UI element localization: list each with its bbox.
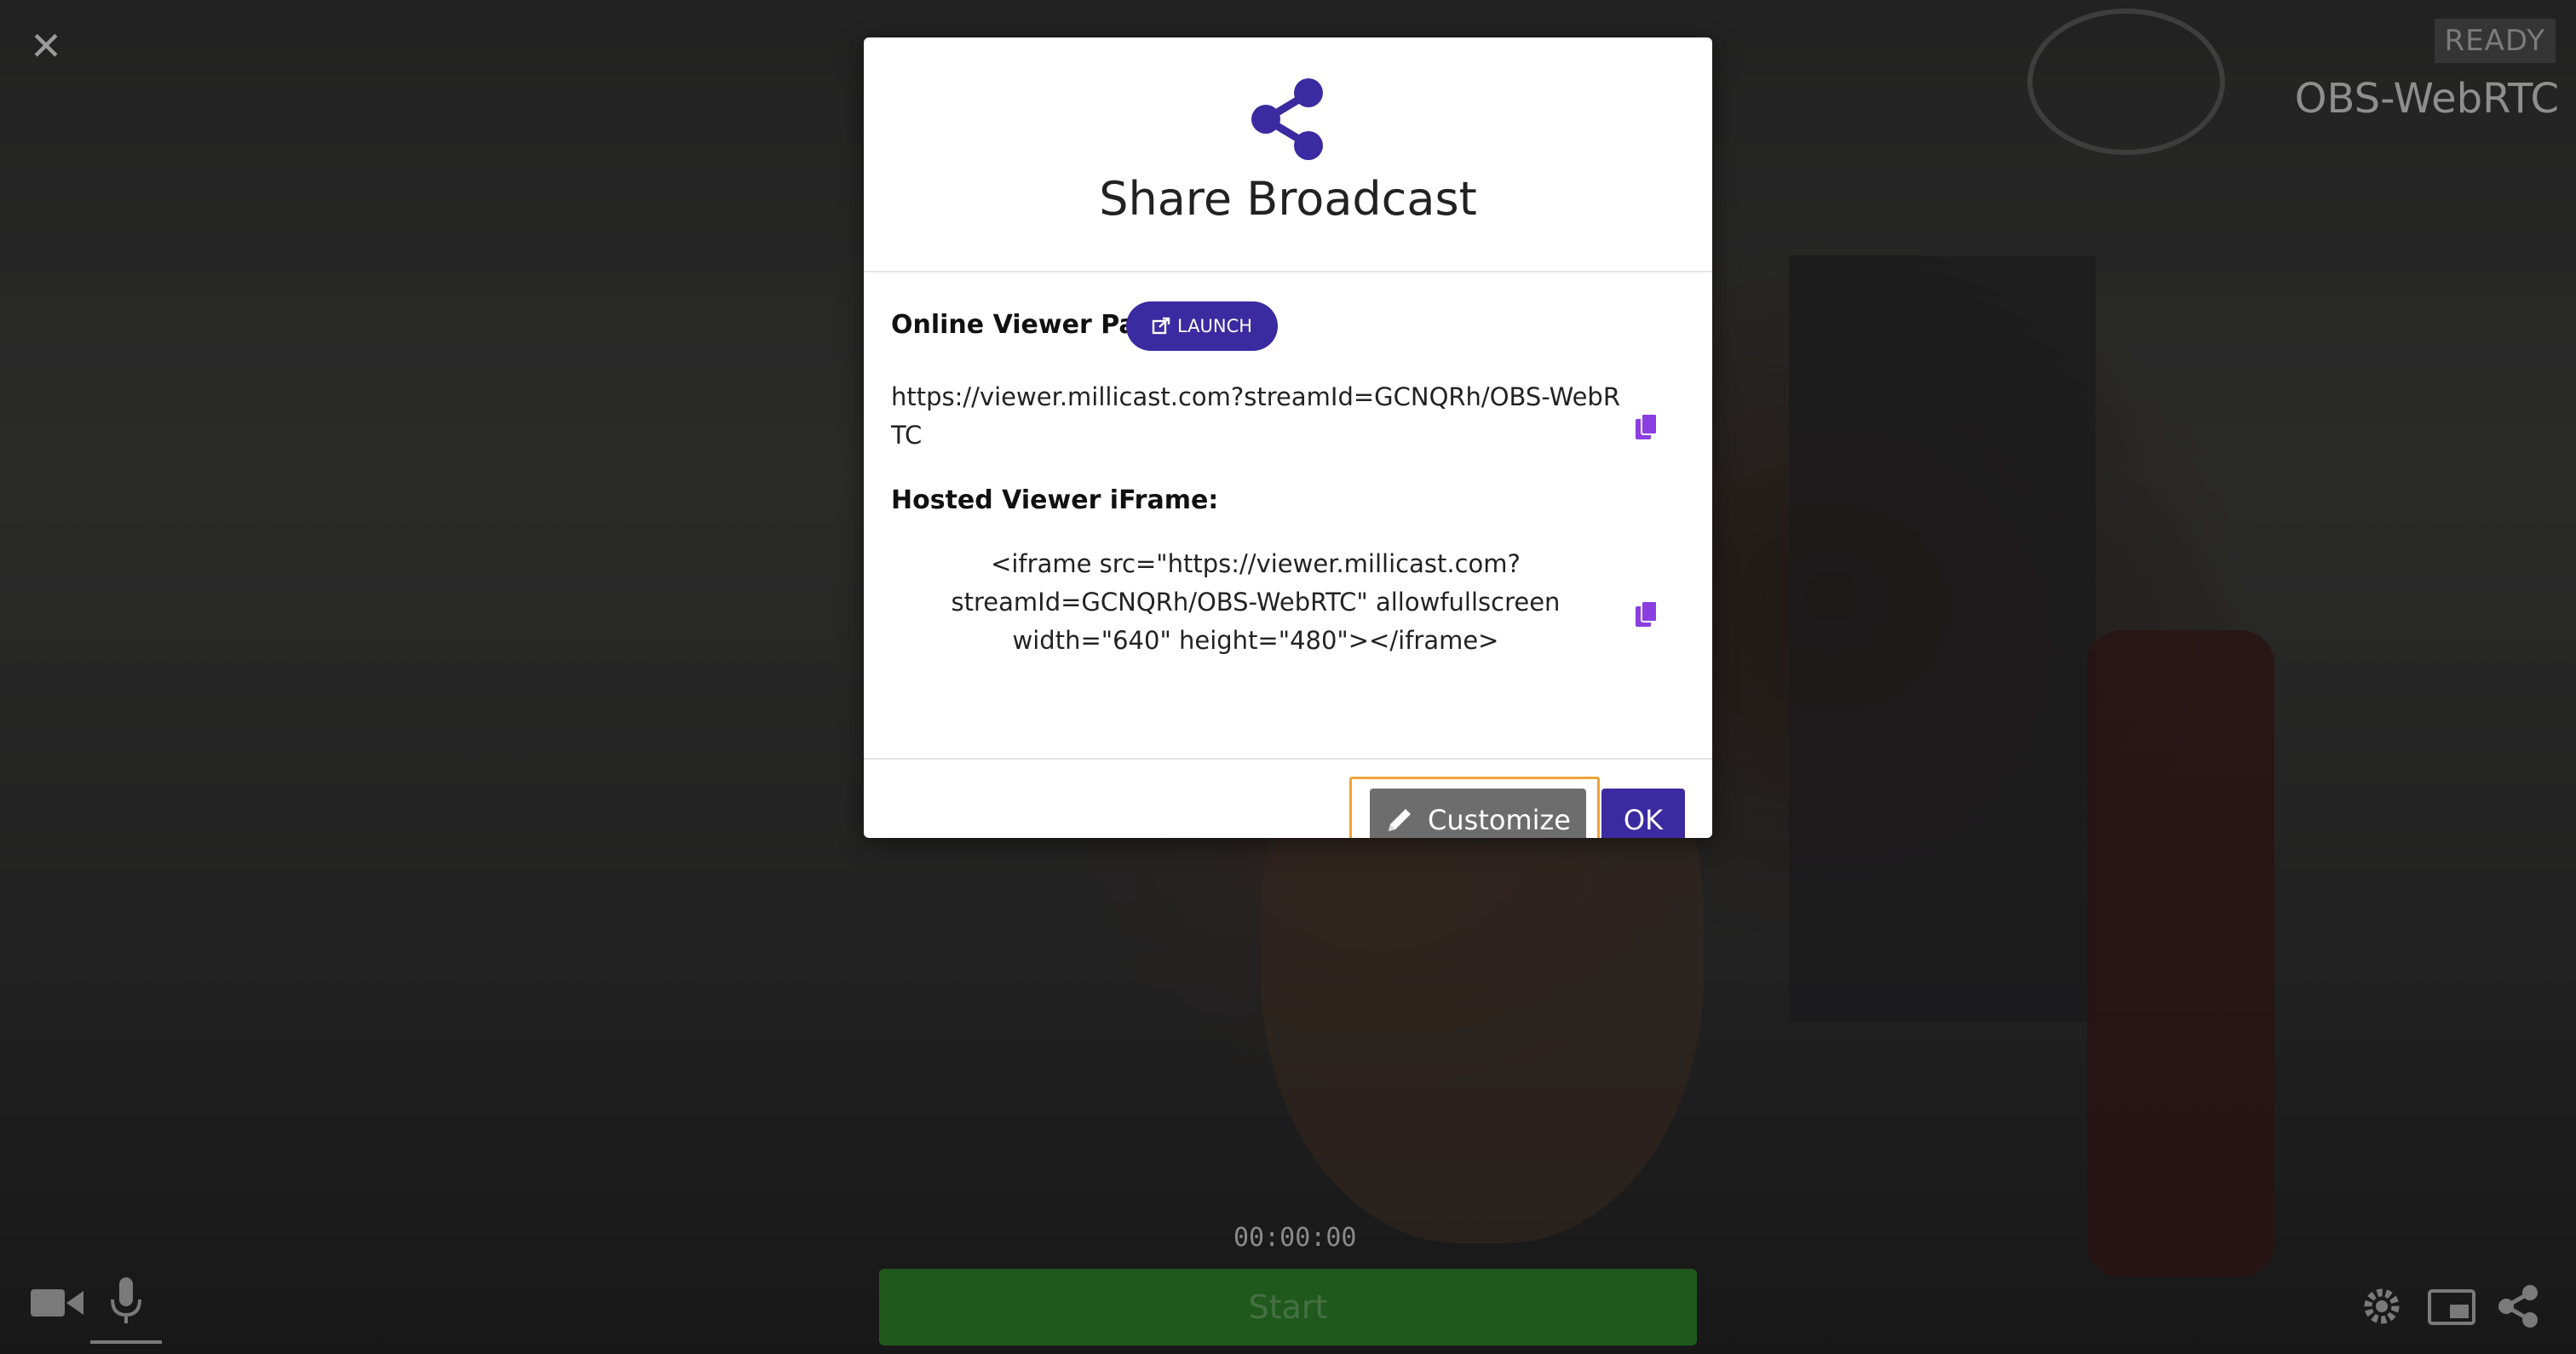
picture-in-picture-icon[interactable] <box>2428 1289 2475 1325</box>
broadcast-timer: 00:00:00 <box>1233 1223 1357 1253</box>
modal-title: Share Broadcast <box>1099 172 1477 226</box>
modal-footer: Customize OK <box>864 760 1712 838</box>
customize-button[interactable]: Customize <box>1370 789 1586 838</box>
status-badge: READY <box>2434 19 2556 63</box>
iframe-code: <iframe src="https://viewer.millicast.co… <box>951 549 1561 655</box>
camera-icon[interactable] <box>31 1286 83 1320</box>
external-link-icon <box>1152 317 1170 335</box>
microphone-icon[interactable] <box>109 1277 143 1328</box>
copy-iframe-icon[interactable] <box>1634 600 1659 628</box>
mic-active-indicator <box>90 1340 162 1344</box>
launch-button[interactable]: LAUNCH <box>1126 301 1278 351</box>
gear-icon[interactable] <box>2360 1284 2404 1328</box>
share-icon <box>1251 78 1323 160</box>
launch-label: LAUNCH <box>1176 316 1253 336</box>
start-button[interactable]: Start <box>879 1269 1697 1345</box>
ok-button[interactable]: OK <box>1601 789 1685 838</box>
stream-name-label: OBS-WebRTC <box>2294 75 2559 123</box>
modal-body: Online Viewer Path: LAUNCH https://viewe… <box>864 273 1712 760</box>
viewer-url: https://viewer.millicast.com?streamId=GC… <box>891 382 1620 450</box>
customize-label: Customize <box>1428 804 1571 836</box>
share-icon[interactable] <box>2496 1284 2540 1328</box>
modal-header: Share Broadcast <box>864 37 1712 273</box>
copy-url-icon[interactable] <box>1634 412 1659 441</box>
iframe-label: Hosted Viewer iFrame: <box>891 485 1219 515</box>
close-icon[interactable]: ✕ <box>29 26 63 66</box>
pencil-icon <box>1389 809 1412 831</box>
share-broadcast-modal: Share Broadcast Online Viewer Path: LAUN… <box>864 37 1712 838</box>
